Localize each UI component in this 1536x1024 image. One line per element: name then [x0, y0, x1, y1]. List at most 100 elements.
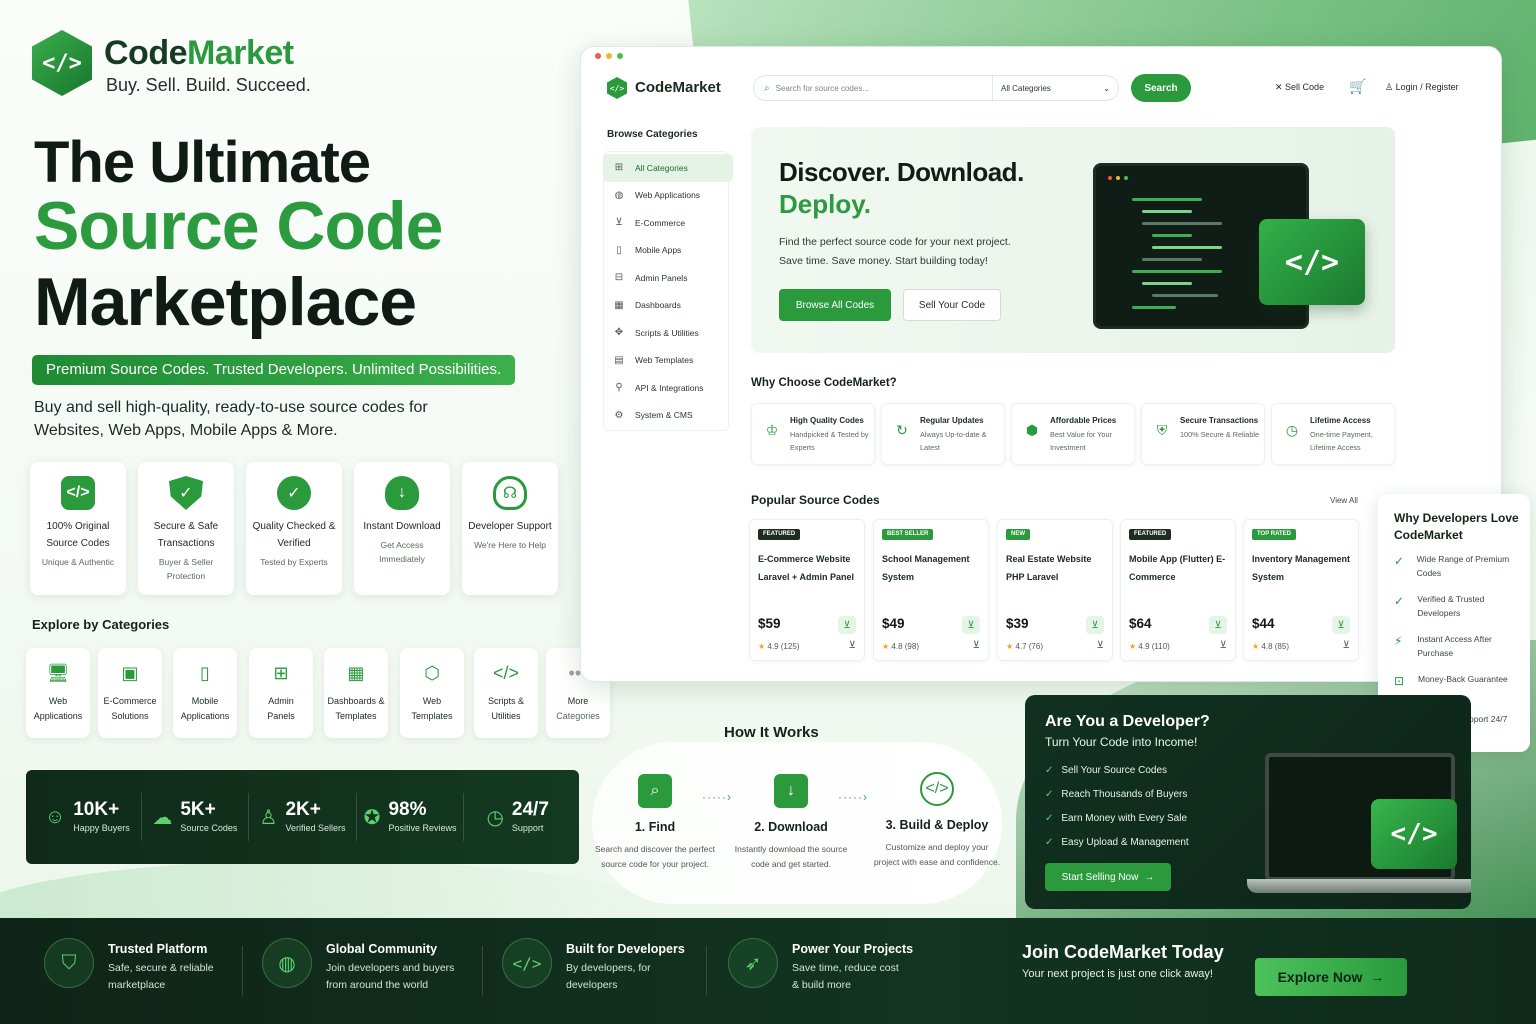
store-icon: ▣: [121, 662, 139, 683]
search-button[interactable]: Search: [1131, 74, 1191, 102]
add-cart-icon[interactable]: ⊻: [838, 616, 856, 634]
browse-all-button[interactable]: Browse All Codes: [779, 289, 891, 321]
feature-card-support: ☊ Developer Support We're Here to Help: [462, 462, 558, 595]
sidebar-item-cms[interactable]: ⚙ System & CMS: [603, 402, 733, 430]
cube-icon: ⬡: [424, 662, 440, 683]
cart-icon[interactable]: ⊻: [973, 640, 980, 651]
view-all-link[interactable]: View All: [1330, 496, 1358, 505]
clock-icon: ◷: [486, 806, 504, 829]
cart-icon[interactable]: ⊻: [1343, 640, 1350, 651]
search-input[interactable]: Search for source codes...: [776, 84, 992, 93]
minimize-dot-icon[interactable]: [606, 53, 612, 59]
product-rating: ★ 4.9 (110): [1129, 642, 1170, 651]
footer-item-sub: Safe, secure & reliable: [108, 962, 214, 974]
developer-benefit: ✓ Reach Thousands of Buyers: [1045, 789, 1187, 800]
sidebar-item-dashboards[interactable]: ▦ Dashboards: [603, 292, 733, 320]
product-card[interactable]: TOP RATED Inventory Management System $4…: [1243, 519, 1359, 661]
product-rating: ★ 4.8 (85): [1252, 642, 1289, 651]
sidebar-item-web-templates[interactable]: ▤ Web Templates: [603, 347, 733, 375]
stat-reviews: ✪ 98% Positive Reviews: [357, 793, 465, 841]
globe-icon: ◍: [614, 189, 624, 201]
sidebar: Browse Categories ⊞ All Categories ◍ Web A…: [603, 123, 733, 433]
category-label: E-Commerce: [103, 696, 157, 706]
value-proposition-pill: Premium Source Codes. Trusted Developers…: [32, 355, 516, 385]
step-sub: Search and discover the perfect source c…: [594, 844, 715, 869]
category-label: Categories: [556, 711, 600, 721]
stats-bar: ☺ 10K+ Happy Buyers ☁ 5K+ Source Codes ♙ 2K+ V…: [26, 770, 579, 864]
category-card-web-apps[interactable]: 🖥 Web Applications: [26, 648, 90, 738]
why-card-title: High Quality Codes: [790, 416, 864, 425]
close-dot-icon[interactable]: [595, 53, 601, 59]
site-logo-icon[interactable]: </>: [607, 77, 627, 99]
category-card-ecommerce[interactable]: ▣ E-Commerce Solutions: [98, 648, 162, 738]
cart-icon[interactable]: ⊻: [1097, 640, 1104, 651]
badge-icon: ✪: [363, 806, 381, 829]
sidebar-item-ecommerce[interactable]: ⊻ E-Commerce: [603, 209, 733, 237]
browser-window: </> CodeMarket ⌕ Search for source codes…: [580, 46, 1502, 682]
category-card-scripts[interactable]: </> Scripts & Utilities: [474, 648, 538, 738]
cart-icon[interactable]: 🛒: [1349, 78, 1366, 95]
why-card-secure: ⛨ Secure Transactions 100% Secure & Reliab…: [1141, 403, 1265, 465]
category-label: Dashboards &: [327, 696, 385, 706]
search-icon: ⌕: [764, 82, 770, 94]
why-card-sub: Always Up-to-date & Latest: [920, 430, 987, 452]
category-select[interactable]: All Categories ⌄: [992, 76, 1118, 100]
sidebar-item-all[interactable]: ⊞ All Categories: [603, 154, 733, 182]
maximize-dot-icon[interactable]: [617, 53, 623, 59]
stat-label: Happy Buyers: [73, 823, 130, 833]
add-cart-icon[interactable]: ⊻: [1332, 616, 1350, 634]
template-icon: ▤: [614, 354, 624, 366]
add-cart-icon[interactable]: ⊻: [1209, 616, 1227, 634]
start-selling-button[interactable]: Start Selling Now →: [1045, 863, 1171, 891]
product-price: $59: [758, 616, 781, 631]
category-card-dashboards[interactable]: ▦ Dashboards & Templates: [324, 648, 388, 738]
star-icon: ★: [758, 642, 768, 651]
product-card[interactable]: BEST SELLER School Management System $49…: [873, 519, 989, 661]
category-card-admin[interactable]: ⊞ Admin Panels: [249, 648, 313, 738]
item-label: Money-Back Guarantee: [1418, 674, 1508, 684]
stat-number: 10K+: [73, 799, 120, 820]
product-card[interactable]: FEATURED Mobile App (Flutter) E-Commerce…: [1120, 519, 1236, 661]
site-brand[interactable]: CodeMarket: [635, 79, 721, 96]
why-card-prices: ⬢ Affordable Prices Best Value for Your In…: [1011, 403, 1135, 465]
footer-item-title: Global Community: [326, 942, 438, 956]
feature-sub: Unique & Authentic: [41, 557, 115, 567]
login-link[interactable]: ♙ Login / Register: [1385, 82, 1459, 93]
explore-now-button[interactable]: Explore Now →: [1255, 958, 1407, 996]
rating-value: 4.7 (76): [1015, 642, 1043, 651]
window-controls: [595, 53, 623, 59]
why-developers-item: ✓ Wide Range of Premium Codes: [1394, 552, 1524, 580]
join-title: Join CodeMarket Today: [1022, 942, 1224, 962]
check-icon: ✓: [1045, 837, 1054, 848]
product-card[interactable]: FEATURED E-Commerce Website Laravel + Ad…: [749, 519, 865, 661]
cart-icon[interactable]: ⊻: [1220, 640, 1227, 651]
stat-label: Positive Reviews: [388, 823, 457, 833]
sell-code-link[interactable]: ✕ Sell Code: [1275, 82, 1324, 93]
sidebar-item-api[interactable]: ⚲ API & Integrations: [603, 374, 733, 402]
footer-item-sub: By developers, for: [566, 962, 651, 974]
cart-icon[interactable]: ⊻: [849, 640, 856, 651]
star-icon: ★: [1006, 642, 1016, 651]
why-card-title: Affordable Prices: [1050, 416, 1117, 425]
add-cart-icon[interactable]: ⊻: [962, 616, 980, 634]
brand-name[interactable]: CodeMarket: [104, 34, 294, 73]
chart-icon: ▦: [347, 662, 365, 683]
brand-name-part2: Market: [187, 34, 294, 72]
popular-title: Popular Source Codes: [751, 493, 880, 507]
category-card-web-templates[interactable]: ⬡ Web Templates: [400, 648, 464, 738]
sidebar-item-scripts[interactable]: ✥ Scripts & Utilities: [603, 319, 733, 347]
sidebar-item-web-apps[interactable]: ◍ Web Applications: [603, 182, 733, 210]
sidebar-item-admin[interactable]: ⊟ Admin Panels: [603, 264, 733, 292]
code-tile-icon: </>: [1259, 219, 1365, 305]
product-badge: BEST SELLER: [882, 529, 934, 540]
download-icon: ↓: [385, 476, 419, 510]
download-icon: ↓: [774, 774, 808, 808]
step-sub: Instantly download the source code and g…: [734, 844, 848, 869]
add-cart-icon[interactable]: ⊻: [1086, 616, 1104, 634]
product-card[interactable]: NEW Real Estate Website PHP Laravel $39 …: [997, 519, 1113, 661]
explore-title: Explore by Categories: [32, 617, 170, 632]
category-card-mobile[interactable]: ▯ Mobile Applications: [173, 648, 237, 738]
sell-your-code-button[interactable]: Sell Your Code: [903, 289, 1001, 321]
footer-item-sub: Join developers and buyers: [326, 962, 455, 974]
sidebar-item-mobile[interactable]: ▯ Mobile Apps: [603, 237, 733, 265]
